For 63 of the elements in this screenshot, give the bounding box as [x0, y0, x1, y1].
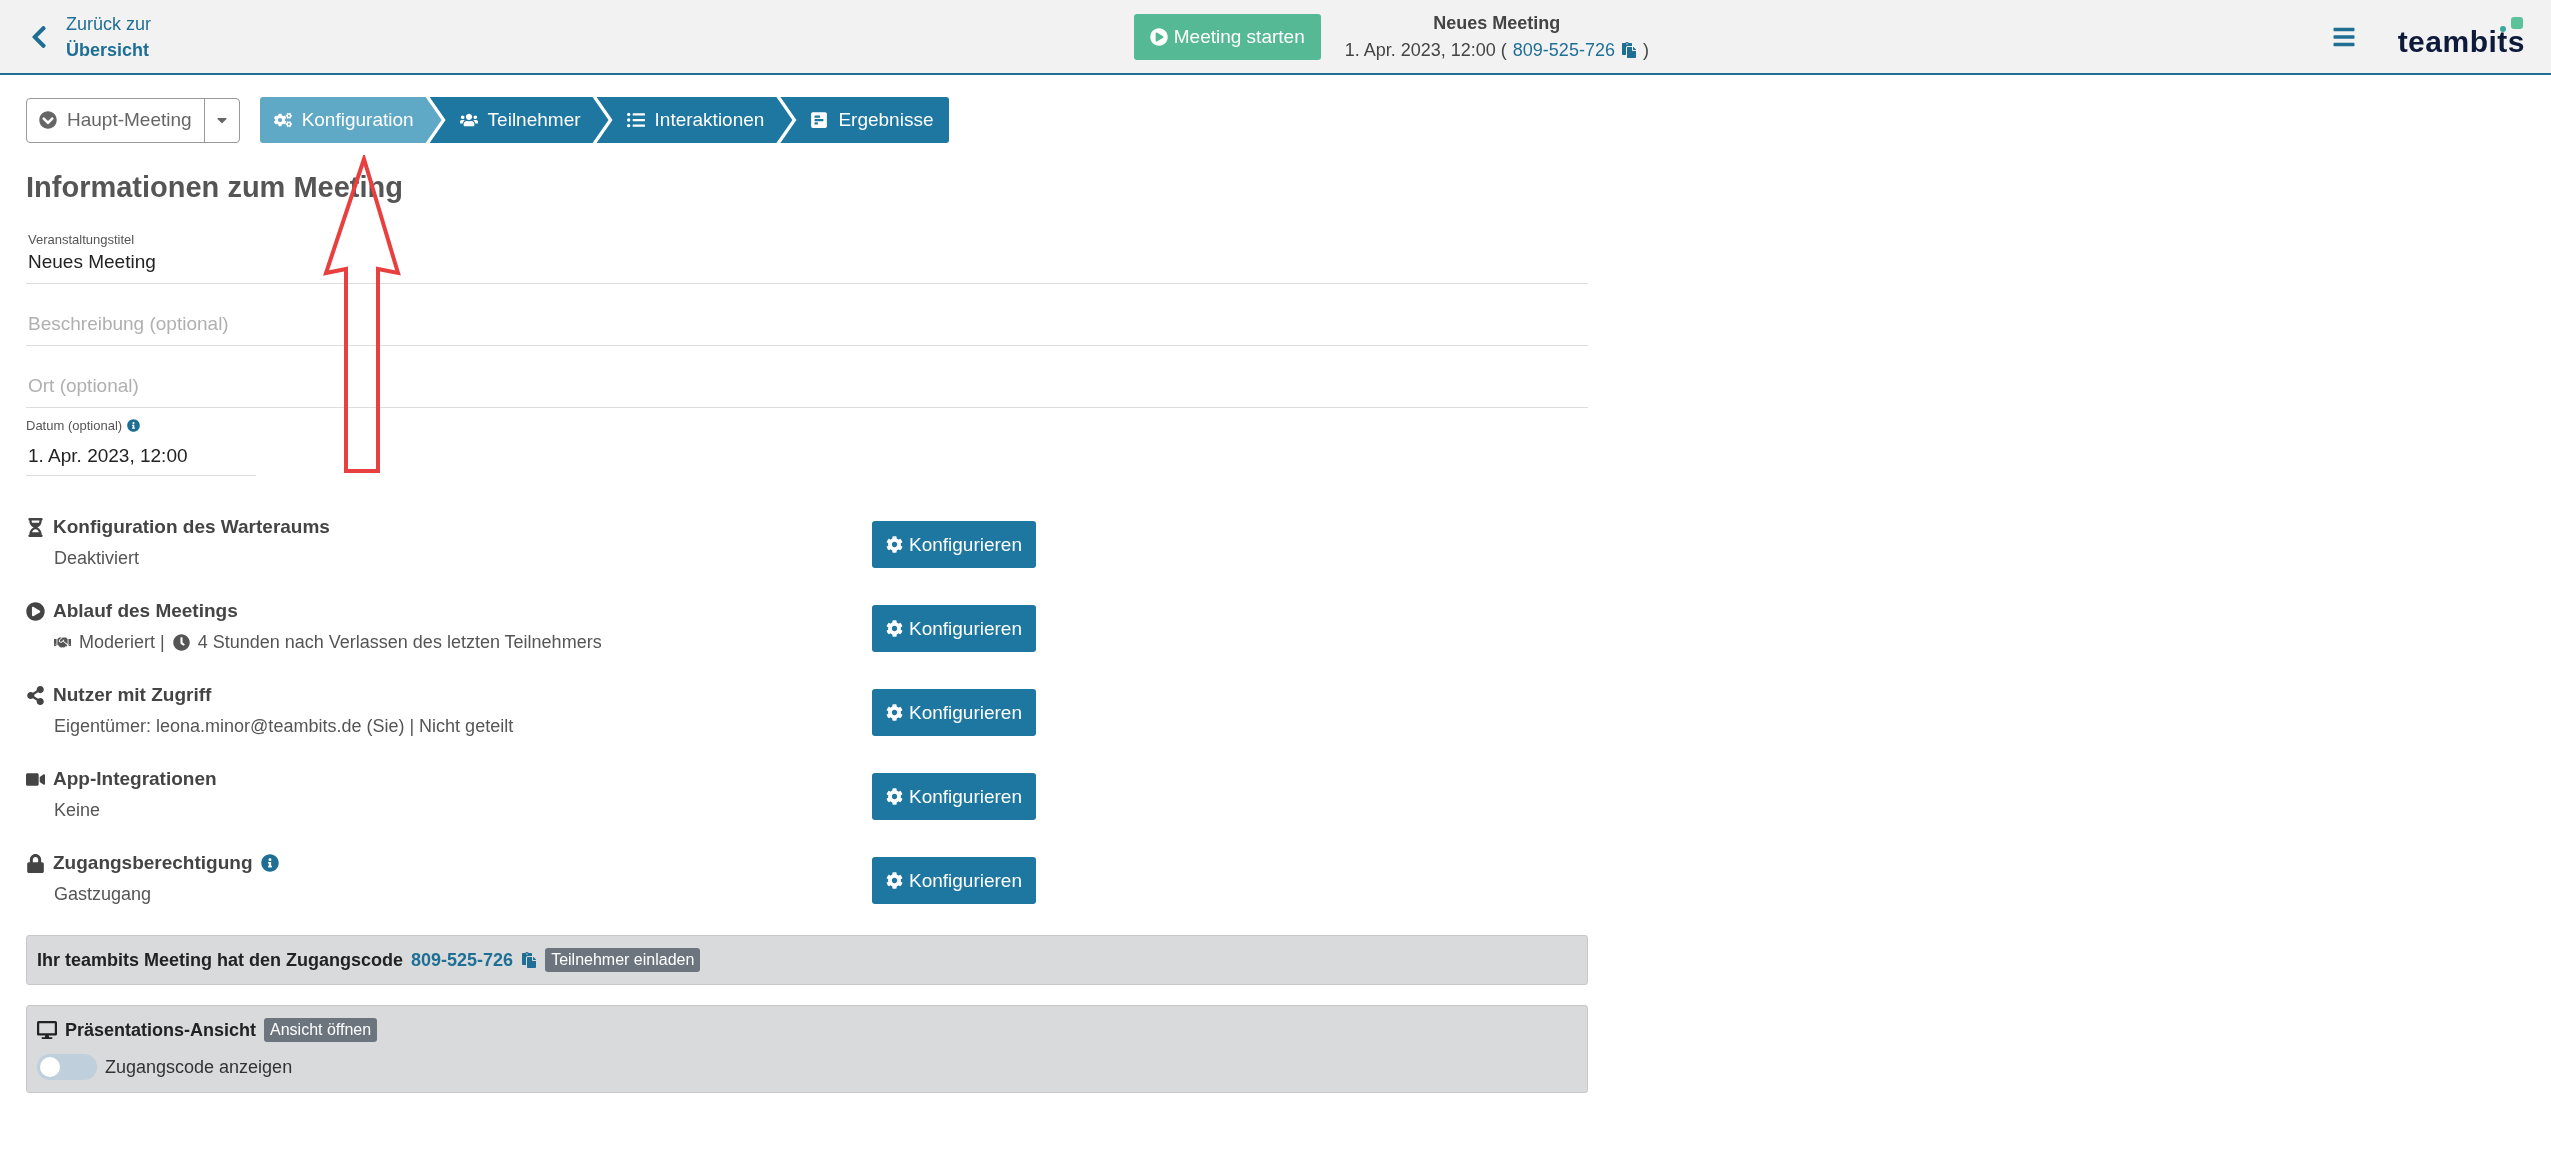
step-tab[interactable]: Konfiguration	[259, 97, 442, 143]
logo: teambits	[2397, 14, 2525, 59]
chevron-down-icon	[39, 111, 57, 129]
setting-title: Konfiguration des Warteraums	[53, 516, 330, 538]
settings-icon	[885, 872, 903, 889]
info-icon[interactable]	[260, 854, 279, 872]
meeting-code-link[interactable]: 809-525-726	[1512, 39, 1615, 61]
meeting-title: Neues Meeting	[1433, 12, 1561, 34]
access-code-link[interactable]: 809-525-726	[411, 949, 514, 971]
field-label: Veranstaltungstitel	[28, 232, 136, 247]
users-icon	[459, 111, 478, 129]
monitor-icon	[37, 1020, 57, 1040]
invite-button[interactable]: Teilnehmer einladen	[545, 948, 701, 972]
setting-summary: Moderiert |	[79, 632, 165, 653]
settings-icon	[885, 704, 903, 721]
closing-parenthesis: )	[1642, 39, 1649, 61]
setting-title: App-Integrationen	[53, 768, 217, 790]
toggle-switch[interactable]	[37, 1054, 97, 1080]
copy-icon[interactable]	[521, 952, 538, 968]
toggle-label: Zugangscode anzeigen	[105, 1056, 293, 1078]
hourglass-icon	[26, 517, 45, 537]
configure-button[interactable]: Konfigurieren	[871, 689, 1036, 736]
settings-icon	[885, 788, 903, 805]
step-tab[interactable]: Ergebnisse	[780, 97, 950, 143]
back-link[interactable]: Zurück zur Übersicht	[26, 13, 152, 60]
settings-icon	[885, 536, 903, 553]
gears-icon	[273, 111, 292, 129]
share-icon	[26, 685, 45, 705]
input-field[interactable]: Beschreibung (optional)	[28, 313, 1586, 339]
access-code-text: Ihr teambits Meeting hat den Zugangscode	[37, 949, 404, 971]
configure-button[interactable]: Konfigurieren	[871, 773, 1036, 820]
meeting-date: 1. Apr. 2023, 12:00 (	[1344, 39, 1507, 61]
configure-button[interactable]: Konfigurieren	[871, 605, 1036, 652]
setting-title: Nutzer mit Zugriff	[53, 684, 212, 706]
settings-icon	[885, 620, 903, 637]
handshake-icon	[54, 634, 71, 651]
setting-summary: Deaktiviert	[54, 548, 140, 569]
setting-summary: Eigentümer: leona.minor@teambits.de (Sie) | Nicht geteilt	[54, 716, 514, 737]
input-field[interactable]: Ort (optional)	[28, 375, 1586, 401]
meeting-select[interactable]: Haupt-Meeting	[26, 97, 240, 143]
step-tab[interactable]: Teilnehmer	[429, 97, 609, 143]
setting-summary: Gastzugang	[54, 884, 152, 905]
info-icon[interactable]	[127, 419, 141, 432]
chart-icon	[810, 111, 829, 129]
setting-summary: 4 Stunden nach Verlassen des letzten Teilnehmers	[197, 632, 602, 653]
meeting-select-value: Haupt-Meeting	[67, 109, 192, 131]
configure-button[interactable]: Konfigurieren	[871, 521, 1036, 568]
play-icon	[1149, 27, 1168, 46]
copy-icon[interactable]	[1620, 42, 1637, 58]
clock-icon	[172, 634, 190, 651]
setting-title: Zugangsberechtigung	[53, 852, 253, 874]
list-icon	[626, 111, 645, 129]
input-field[interactable]: Neues Meeting	[28, 251, 1586, 277]
field-label: Datum (optional)	[26, 418, 123, 433]
step-tab[interactable]: Interaktionen	[596, 97, 793, 143]
setting-title: Ablauf des Meetings	[53, 600, 238, 622]
lock-icon	[26, 853, 45, 873]
date-field[interactable]: 1. Apr. 2023, 12:00	[26, 437, 256, 476]
setting-summary: Keine	[54, 800, 101, 821]
presentation-title: Präsentations-Ansicht	[65, 1019, 257, 1041]
configure-button[interactable]: Konfigurieren	[871, 857, 1036, 904]
play-icon	[26, 601, 45, 621]
open-view-button[interactable]: Ansicht öffnen	[264, 1018, 378, 1042]
